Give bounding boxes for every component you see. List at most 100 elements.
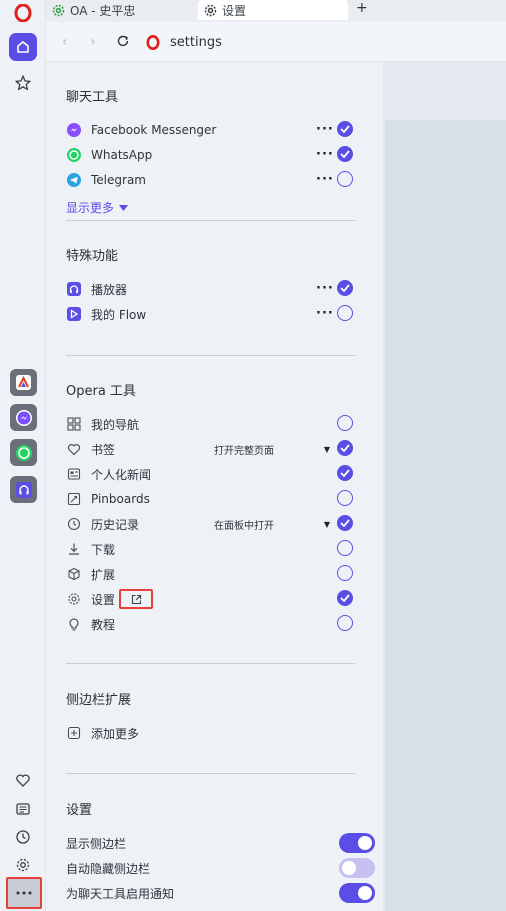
sidebar-app-whatsapp[interactable]: [10, 439, 37, 466]
section-divider: [66, 663, 355, 664]
enabled-checkbox[interactable]: [337, 490, 353, 506]
page-content-area: [383, 62, 506, 911]
list-item-telegram: Telegram ···: [66, 170, 356, 190]
enabled-checkbox[interactable]: [337, 565, 353, 581]
history-clock-icon[interactable]: [14, 828, 32, 846]
add-icon: [66, 725, 82, 741]
new-tab-button[interactable]: +: [356, 0, 368, 18]
section-divider: [66, 355, 355, 356]
enabled-checkbox[interactable]: [337, 540, 353, 556]
cube-icon: [66, 566, 82, 582]
home-icon: [17, 41, 29, 53]
pinboard-app-icon: [16, 375, 31, 390]
messenger-icon: [66, 122, 82, 138]
select-value: 在面板中打开: [214, 520, 274, 532]
more-options-icon[interactable]: ···: [316, 281, 334, 296]
bookmarks-open-select[interactable]: 打开完整页面 ▼: [214, 441, 332, 457]
item-label: 扩展: [91, 567, 116, 582]
reload-icon[interactable]: [116, 34, 130, 51]
select-value: 打开完整页面: [214, 445, 274, 457]
section-heading-opera-tools: Opera 工具: [66, 384, 136, 399]
list-item-settings: 设置: [66, 589, 356, 609]
more-options-icon[interactable]: ···: [316, 122, 334, 137]
add-more-label: 添加更多: [91, 726, 140, 741]
show-more-link[interactable]: 显示更多: [66, 199, 129, 216]
toggle-row-show-sidebar: 显示侧边栏: [66, 833, 375, 853]
enabled-checkbox[interactable]: [337, 280, 353, 296]
item-label: 播放器: [91, 282, 128, 297]
settings-gear-icon[interactable]: [14, 856, 32, 874]
speed-dial-star-button[interactable]: [9, 69, 37, 97]
list-item-tutorial: 教程: [66, 614, 356, 634]
enabled-checkbox[interactable]: [337, 440, 353, 456]
item-label: Telegram: [91, 173, 146, 187]
list-item-messenger: Facebook Messenger ···: [66, 120, 356, 140]
address-input[interactable]: settings: [170, 35, 222, 50]
tab-oa[interactable]: OA - 史平忠: [52, 0, 135, 20]
back-icon[interactable]: ‹: [62, 34, 68, 50]
clock-icon: [66, 516, 82, 532]
item-label: 下载: [91, 542, 116, 557]
opera-address-icon: [146, 35, 160, 53]
enabled-checkbox[interactable]: [337, 146, 353, 162]
enabled-checkbox[interactable]: [337, 415, 353, 431]
item-label: 个人化新闻: [91, 467, 152, 482]
download-icon: [66, 541, 82, 557]
more-options-icon[interactable]: ···: [316, 306, 334, 321]
enabled-checkbox[interactable]: [337, 121, 353, 137]
history-open-select[interactable]: 在面板中打开 ▼: [214, 516, 332, 532]
list-item-news: 个人化新闻: [66, 464, 356, 484]
gear-icon: [66, 591, 82, 607]
enabled-checkbox[interactable]: [337, 465, 353, 481]
toggle-label: 为聊天工具启用通知: [66, 886, 175, 901]
opera-logo-icon[interactable]: [14, 3, 32, 23]
gear-green-icon: [52, 4, 65, 16]
section-heading-settings: 设置: [66, 803, 93, 818]
sidebar-app-player[interactable]: [10, 476, 37, 503]
chat-notifications-toggle[interactable]: [339, 883, 375, 903]
show-sidebar-toggle[interactable]: [339, 833, 375, 853]
sidebar-app-messenger[interactable]: [10, 404, 37, 431]
item-label: Facebook Messenger: [91, 123, 217, 137]
more-options-icon[interactable]: ···: [316, 172, 334, 187]
headphones-icon: [15, 481, 32, 498]
section-heading-special: 特殊功能: [66, 249, 119, 264]
more-dots-icon: [16, 891, 32, 895]
toggle-label: 显示侧边栏: [66, 836, 127, 851]
open-external-button[interactable]: [119, 589, 154, 609]
list-item-speed-dial: 我的导航: [66, 414, 356, 434]
enabled-checkbox[interactable]: [337, 515, 353, 531]
caret-down-icon: ▼: [323, 444, 330, 454]
pinboard-icon: [66, 491, 82, 507]
bookmarks-heart-icon[interactable]: [14, 771, 32, 789]
headphones-icon: [66, 281, 82, 297]
news-icon: [66, 466, 82, 482]
enabled-checkbox[interactable]: [337, 590, 353, 606]
enabled-checkbox[interactable]: [337, 305, 353, 321]
tab-bar: OA - 史平忠 设置 +: [46, 0, 506, 22]
tab-label: 设置: [222, 3, 247, 18]
heart-icon: [66, 441, 82, 457]
section-heading-extensions: 侧边栏扩展: [66, 693, 132, 708]
messenger-icon: [15, 409, 32, 426]
sidebar-settings-panel: 聊天工具 Facebook Messenger ··· WhatsApp ···…: [46, 62, 383, 911]
forward-icon[interactable]: ›: [90, 34, 96, 50]
external-link-icon: [131, 594, 141, 604]
enabled-checkbox[interactable]: [337, 171, 353, 187]
toggle-label: 自动隐藏侧边栏: [66, 861, 151, 876]
news-icon[interactable]: [14, 800, 32, 818]
sidebar-app-pinboards[interactable]: [10, 369, 37, 396]
add-more-button[interactable]: 添加更多: [66, 723, 356, 743]
item-label: 历史记录: [91, 517, 140, 532]
more-options-icon[interactable]: ···: [316, 147, 334, 162]
enabled-checkbox[interactable]: [337, 615, 353, 631]
toggle-row-notifications: 为聊天工具启用通知: [66, 883, 375, 903]
list-item-bookmarks: 书签 打开完整页面 ▼: [66, 439, 356, 459]
toggle-row-autohide: 自动隐藏侧边栏: [66, 858, 375, 878]
list-item-player: 播放器 ···: [66, 279, 356, 299]
item-label: Pinboards: [91, 492, 150, 506]
tab-settings[interactable]: 设置: [198, 0, 348, 20]
autohide-sidebar-toggle[interactable]: [339, 858, 375, 878]
sidebar-more-button[interactable]: [6, 877, 42, 909]
home-button[interactable]: [9, 33, 37, 61]
